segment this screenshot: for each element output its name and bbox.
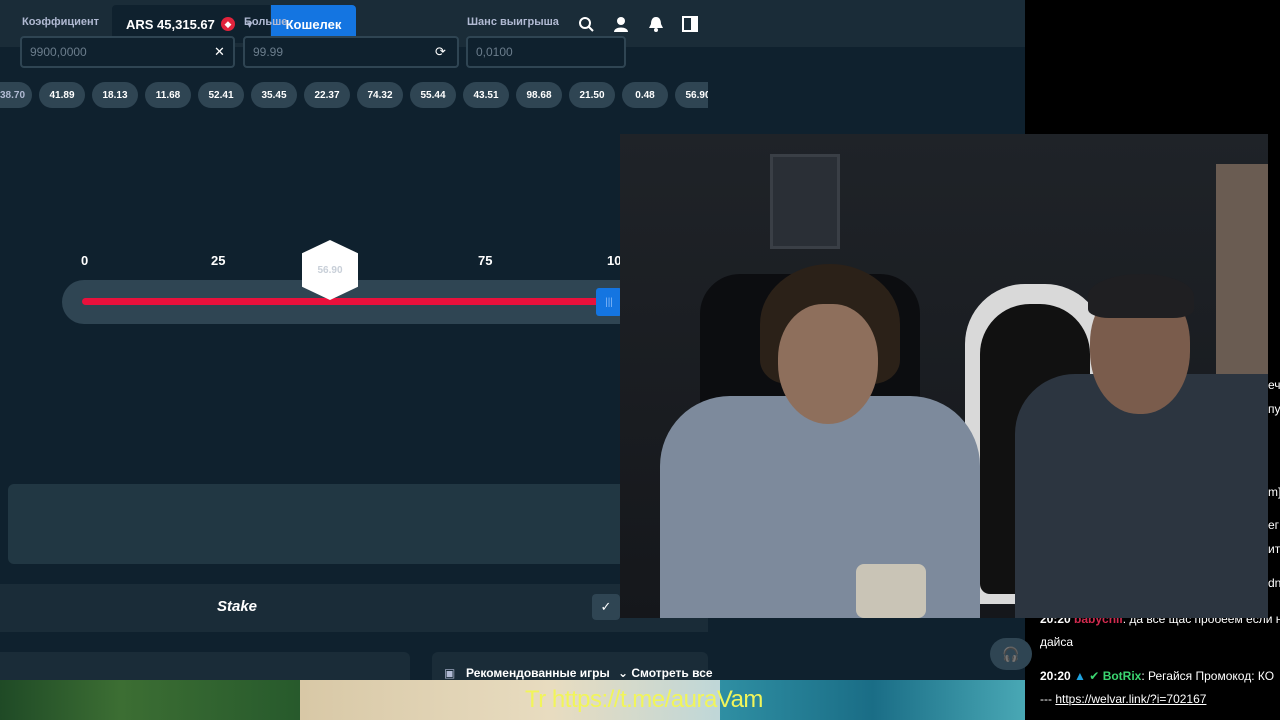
see-all-link[interactable]: ⌄ Смотреть все: [618, 666, 713, 680]
ruby-gem-icon: ◆: [220, 17, 235, 31]
chat-link[interactable]: https://welvar.link/?i=702167: [1055, 692, 1206, 706]
banner-sea-image: [720, 680, 1025, 720]
webcam-person-hair: [1088, 274, 1194, 318]
webcam-wall-picture: [770, 154, 840, 249]
screen: ARS 45,315.67 ◆ ▾ Кошелек 38.70 41.89 18…: [0, 0, 1280, 720]
bet-controls: [8, 484, 638, 564]
multiplier-input[interactable]: 9900,0000: [20, 36, 235, 68]
chat-edge-text: ег: [1268, 518, 1280, 532]
result-chip[interactable]: 18.13: [92, 82, 138, 108]
slider-lose-range: [82, 298, 602, 305]
result-chip[interactable]: 22.37: [304, 82, 350, 108]
result-chip[interactable]: 35.45: [251, 82, 297, 108]
win-chance-label: Шанс выигрыша: [467, 16, 559, 28]
scale-label-75: 75: [478, 253, 493, 268]
headset-support-icon[interactable]: 🎧: [990, 638, 1032, 670]
scale-label-25: 25: [211, 253, 226, 268]
webcam-can: [856, 564, 926, 618]
result-chip[interactable]: 43.51: [463, 82, 509, 108]
scale-label-0: 0: [81, 253, 89, 268]
recent-results: 38.70 41.89 18.13 11.68 52.41 35.45 22.3…: [0, 82, 708, 112]
chat-edge-text: еч: [1268, 378, 1280, 392]
win-chance-input[interactable]: 0,0100: [466, 36, 626, 68]
bell-icon[interactable]: [646, 14, 666, 34]
recommended-title: Рекомендованные игры: [466, 666, 610, 680]
result-chip[interactable]: 38.70: [0, 82, 32, 108]
result-chip[interactable]: 21.50: [569, 82, 615, 108]
banner-jungle-image: [0, 680, 300, 720]
banner-telegram-link: Tr https://t.me/auraVam: [525, 686, 763, 713]
result-chip[interactable]: 11.68: [145, 82, 191, 108]
promo-panel: [0, 652, 410, 682]
clear-icon[interactable]: ✕: [214, 44, 225, 60]
result-chip[interactable]: 74.32: [357, 82, 403, 108]
chat-message-continued: дайса: [1040, 635, 1074, 649]
chat-edge-text: m]: [1268, 485, 1280, 499]
chat-time: 20:20: [1040, 669, 1071, 683]
chat-username[interactable]: BotRix: [1103, 669, 1142, 683]
result-chip[interactable]: 98.68: [516, 82, 562, 108]
chat-edge-text: dn: [1268, 576, 1280, 590]
chat-message: 20:20 ▲ ✔ BotRix: Регайся Промокод: КО: [1040, 669, 1275, 683]
swap-icon[interactable]: ⟳: [435, 44, 446, 60]
games-icon: ▣: [444, 666, 456, 680]
balance-amount: ARS 45,315.67: [126, 16, 215, 32]
sidebar-toggle-icon[interactable]: [680, 14, 700, 34]
slider-handle[interactable]: |||: [596, 288, 622, 316]
chat-edge-text: ит]: [1268, 542, 1280, 556]
chevron-down-icon: ⌄: [618, 666, 632, 680]
see-all-label: Смотреть все: [631, 666, 713, 680]
chat-edge-text: пу: [1268, 402, 1280, 416]
user-icon[interactable]: [611, 14, 631, 34]
chat-prefix: ---: [1040, 692, 1052, 706]
webcam-person-face: [778, 304, 878, 424]
stake-logo: Stake: [217, 598, 258, 615]
chat-text: Регайся Промокод: КО: [1148, 669, 1275, 683]
fairness-shield-icon[interactable]: ✓: [592, 594, 620, 620]
roll-over-label: Больше: [244, 16, 288, 28]
search-icon[interactable]: [576, 14, 596, 34]
result-chip[interactable]: 55.44: [410, 82, 456, 108]
webcam-overlay: [620, 134, 1268, 618]
roll-over-input[interactable]: 99.99: [243, 36, 459, 68]
multiplier-label: Коэффициент: [22, 16, 100, 28]
result-chip[interactable]: 52.41: [198, 82, 244, 108]
result-chip[interactable]: 56.90: [675, 82, 708, 108]
verified-check-icon: ✔: [1089, 669, 1100, 683]
result-chip[interactable]: 41.89: [39, 82, 85, 108]
bot-badge-icon: ▲: [1074, 669, 1086, 683]
webcam-person: [660, 396, 980, 618]
stream-banner: [0, 680, 1025, 720]
chat-message-continued: --- https://welvar.link/?i=702167: [1040, 692, 1206, 706]
result-chip[interactable]: 0.48: [622, 82, 668, 108]
